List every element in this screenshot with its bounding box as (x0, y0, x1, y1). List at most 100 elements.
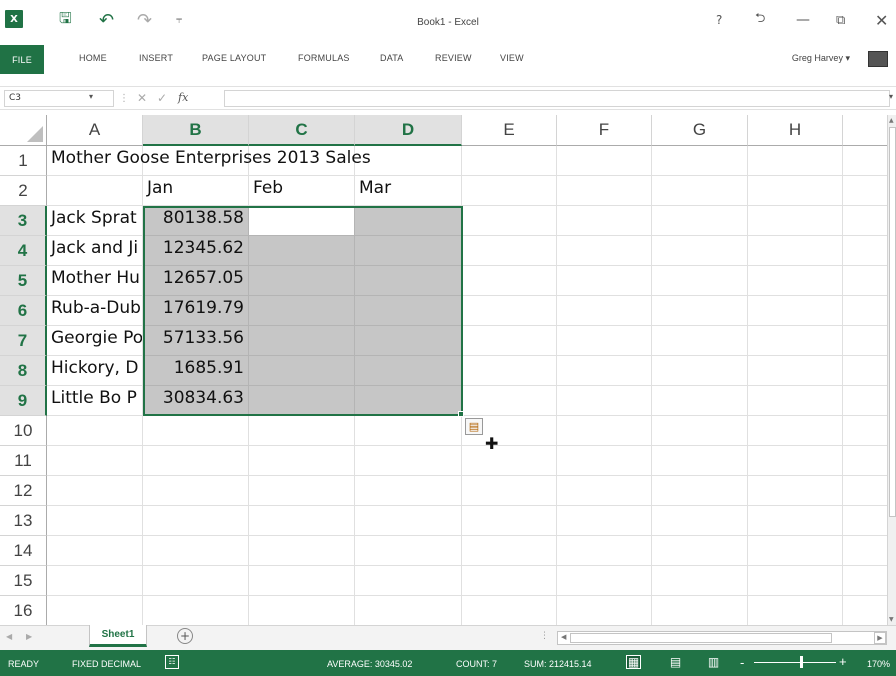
new-sheet-button[interactable]: + (177, 628, 193, 644)
tab-insert[interactable]: INSERT (139, 53, 173, 63)
row-header[interactable]: 10 (0, 416, 47, 446)
column-header[interactable]: E (462, 115, 557, 146)
page-layout-view-icon[interactable]: ▤ (668, 655, 683, 669)
status-count[interactable]: COUNT: 7 (456, 659, 497, 669)
horizontal-scrollbar[interactable]: ◀ (557, 631, 887, 645)
user-account[interactable]: Greg Harvey ▾ (792, 53, 850, 64)
scroll-left-icon[interactable]: ◀ (561, 633, 566, 641)
cell-a4[interactable]: Jack and Ji (47, 236, 143, 266)
cell-c7[interactable] (249, 326, 355, 356)
next-sheet-icon[interactable]: ▶ (26, 632, 32, 641)
enter-icon[interactable]: ✓ (157, 91, 167, 105)
status-sum[interactable]: SUM: 212415.14 (524, 659, 592, 669)
ribbon-display-options-icon[interactable]: ⮌ (755, 10, 765, 30)
cell-c5[interactable] (249, 266, 355, 296)
fill-handle[interactable] (458, 411, 464, 417)
cell-a8[interactable]: Hickory, D (47, 356, 143, 386)
vertical-scroll-thumb[interactable] (889, 127, 896, 517)
row-header[interactable]: 13 (0, 506, 47, 536)
tab-home[interactable]: HOME (79, 53, 107, 63)
row-header[interactable]: 9 (0, 386, 47, 416)
tab-review[interactable]: REVIEW (435, 53, 472, 63)
zoom-out-button[interactable]: - (740, 655, 744, 670)
cell-c9[interactable] (249, 386, 355, 416)
formula-bar-splitter-icon[interactable]: ⋮ (119, 93, 129, 104)
cell-a6[interactable]: Rub-a-Dub (47, 296, 143, 326)
formula-input[interactable] (224, 90, 890, 107)
tab-page-layout[interactable]: PAGE LAYOUT (202, 53, 266, 63)
cell-b9[interactable]: 30834.63 (143, 386, 249, 416)
insert-function-icon[interactable]: fx (178, 91, 188, 104)
cancel-icon[interactable]: ✕ (137, 91, 147, 105)
column-header[interactable]: D (355, 115, 462, 146)
quick-analysis-icon[interactable]: ▤ (465, 418, 483, 435)
row-header[interactable]: 11 (0, 446, 47, 476)
column-header[interactable]: H (748, 115, 843, 146)
tab-formulas[interactable]: FORMULAS (298, 53, 350, 63)
cell-d6[interactable] (355, 296, 462, 326)
row-header[interactable]: 7 (0, 326, 47, 356)
tab-file[interactable]: FILE (0, 45, 44, 74)
cell-b5[interactable]: 12657.05 (143, 266, 249, 296)
worksheet-grid[interactable]: A B C D E F G H 1 2 3 4 5 6 7 8 9 10 11 … (0, 115, 887, 625)
vertical-scrollbar[interactable]: ▲ ▼ (887, 115, 896, 625)
status-average[interactable]: AVERAGE: 30345.02 (327, 659, 412, 669)
calculator-icon[interactable]: ☷ (165, 655, 179, 669)
cell-b6[interactable]: 17619.79 (143, 296, 249, 326)
column-header[interactable]: F (557, 115, 652, 146)
row-header[interactable]: 16 (0, 596, 47, 625)
zoom-level[interactable]: 170% (867, 659, 890, 669)
row-header[interactable]: 8 (0, 356, 47, 386)
row-header[interactable]: 12 (0, 476, 47, 506)
column-header[interactable]: B (143, 115, 249, 146)
prev-sheet-icon[interactable]: ◀ (6, 632, 12, 641)
cell-c4[interactable] (249, 236, 355, 266)
page-break-view-icon[interactable]: ▥ (706, 655, 721, 669)
column-header[interactable]: A (47, 115, 143, 146)
cell-c2[interactable]: Feb (249, 176, 355, 206)
normal-view-icon[interactable]: ▦ (626, 655, 641, 669)
cell-d5[interactable] (355, 266, 462, 296)
cell-a1[interactable]: Mother Goose Enterprises 2013 Sales (47, 146, 371, 176)
tab-view[interactable]: VIEW (500, 53, 524, 63)
scroll-right-icon[interactable]: ▶ (874, 632, 886, 644)
scroll-up-icon[interactable]: ▲ (889, 117, 894, 124)
close-icon[interactable]: ✕ (875, 10, 888, 30)
row-header[interactable]: 6 (0, 296, 47, 326)
scroll-down-icon[interactable]: ▼ (889, 616, 894, 623)
tab-split-handle-icon[interactable]: ⋮ (540, 631, 549, 641)
zoom-slider-thumb[interactable] (800, 656, 803, 668)
select-all-button[interactable] (0, 115, 47, 146)
cell-a3[interactable]: Jack Sprat (47, 206, 143, 236)
cell-c6[interactable] (249, 296, 355, 326)
minimize-icon[interactable]: — (796, 10, 810, 30)
column-header[interactable]: C (249, 115, 355, 146)
cell-b8[interactable]: 1685.91 (143, 356, 249, 386)
cell-b2[interactable]: Jan (143, 176, 249, 206)
row-header[interactable]: 1 (0, 146, 47, 176)
row-header[interactable]: 5 (0, 266, 47, 296)
cell-d8[interactable] (355, 356, 462, 386)
name-box[interactable]: C3 (4, 90, 114, 107)
cell-c8[interactable] (249, 356, 355, 386)
row-header[interactable]: 2 (0, 176, 47, 206)
help-button[interactable]: ? (716, 10, 722, 30)
zoom-in-button[interactable]: + (839, 654, 847, 669)
tab-data[interactable]: DATA (380, 53, 403, 63)
cell-d3[interactable] (355, 206, 462, 236)
cell-d9[interactable] (355, 386, 462, 416)
row-header[interactable]: 15 (0, 566, 47, 596)
cell-a7[interactable]: Georgie Po (47, 326, 143, 356)
cell-a9[interactable]: Little Bo P (47, 386, 143, 416)
horizontal-scroll-thumb[interactable] (570, 633, 832, 643)
row-header[interactable]: 4 (0, 236, 47, 266)
cell-b7[interactable]: 57133.56 (143, 326, 249, 356)
cell-d4[interactable] (355, 236, 462, 266)
cell-b3[interactable]: 80138.58 (143, 206, 249, 236)
cell-a5[interactable]: Mother Hu (47, 266, 143, 296)
column-header[interactable]: G (652, 115, 748, 146)
active-cell-c3[interactable] (249, 206, 355, 236)
cell-d7[interactable] (355, 326, 462, 356)
column-header[interactable] (843, 115, 887, 146)
row-header[interactable]: 3 (0, 206, 47, 236)
